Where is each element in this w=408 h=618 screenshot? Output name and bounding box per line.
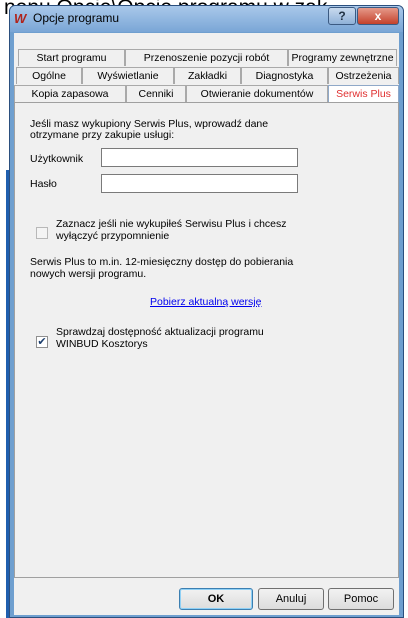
reminder-text-line2: wyłączyć przypomnienie xyxy=(56,230,170,242)
download-latest-link[interactable]: Pobierz aktualną wersję xyxy=(150,296,261,308)
updates-text-line2: WINBUD Kosztorys xyxy=(56,338,148,350)
updates-checkbox[interactable]: ✔ xyxy=(36,336,48,348)
password-input[interactable] xyxy=(101,174,298,193)
tab-otwieranie-dokumentow[interactable]: Otwieranie dokumentów xyxy=(186,85,328,102)
tab-cenniki[interactable]: Cenniki xyxy=(126,85,186,102)
ok-button[interactable]: OK xyxy=(179,588,253,610)
password-label: Hasło xyxy=(30,178,57,190)
tab-serwis-plus[interactable]: Serwis Plus xyxy=(328,85,399,103)
dialog-client: Start programu Przenoszenie pozycji robó… xyxy=(14,33,399,615)
close-icon: x xyxy=(374,9,382,23)
cancel-button-label: Anuluj xyxy=(275,593,307,605)
tab-ostrzezenia[interactable]: Ostrzeżenia xyxy=(328,67,399,84)
intro-text-line2: otrzymane przy zakupie usługi: xyxy=(30,129,175,141)
title-bar[interactable]: W Opcje programu ? x xyxy=(10,6,403,32)
info-text-line1: Serwis Plus to m.in. 12-miesięczny dostę… xyxy=(30,256,294,268)
winbud-app-icon: W xyxy=(14,11,27,26)
tab-ogolne[interactable]: Ogólne xyxy=(16,67,82,84)
help-title-button[interactable]: ? xyxy=(328,7,356,25)
tab-wyswietlanie[interactable]: Wyświetlanie xyxy=(82,67,174,84)
serwis-plus-panel: Jeśli masz wykupiony Serwis Plus, wprowa… xyxy=(14,102,399,578)
cancel-button[interactable]: Anuluj xyxy=(258,588,324,610)
tab-zakladki[interactable]: Zakładki xyxy=(174,67,241,84)
tab-diagnostyka[interactable]: Diagnostyka xyxy=(241,67,328,84)
options-dialog: W Opcje programu ? x Start programu Prze… xyxy=(9,5,404,618)
checkmark-icon: ✔ xyxy=(37,336,47,348)
tab-programy-zewnetrzne[interactable]: Programy zewnętrzne xyxy=(288,49,397,66)
help-button-label: Pomoc xyxy=(343,593,379,605)
user-label: Użytkownik xyxy=(30,153,84,165)
dialog-title: Opcje programu xyxy=(33,11,120,25)
user-input[interactable] xyxy=(101,148,298,167)
tab-kopia-zapasowa[interactable]: Kopia zapasowa xyxy=(14,85,126,102)
tab-start-programu[interactable]: Start programu xyxy=(18,49,125,66)
help-button[interactable]: Pomoc xyxy=(328,588,394,610)
updates-text-line1: Sprawdzaj dostępność aktualizacji progra… xyxy=(56,326,264,338)
info-text-line2: nowych wersji programu. xyxy=(30,268,147,280)
reminder-checkbox[interactable] xyxy=(36,227,48,239)
tab-przenoszenie-pozycji[interactable]: Przenoszenie pozycji robót xyxy=(125,49,288,66)
reminder-text-line1: Zaznacz jeśli nie wykupiłeś Serwisu Plus… xyxy=(56,218,287,230)
close-button[interactable]: x xyxy=(357,7,399,25)
ok-button-label: OK xyxy=(207,593,225,605)
